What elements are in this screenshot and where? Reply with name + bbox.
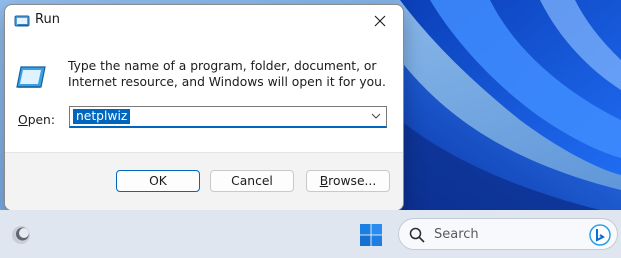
title-bar[interactable]: Run [5,5,403,37]
ok-button[interactable]: OK [116,170,200,192]
widgets-icon[interactable] [10,224,32,246]
dialog-description: Type the name of a program, folder, docu… [68,59,386,89]
open-input[interactable]: netplwiz [73,109,131,124]
close-button[interactable] [357,5,403,37]
open-label: Open: [18,113,55,127]
close-icon [374,15,386,27]
cancel-button[interactable]: Cancel [210,170,294,192]
run-dialog: Run Type the name of a program, folder, … [4,4,404,211]
dialog-footer: OK Cancel Browse... [5,152,403,210]
taskbar: Search [0,210,621,258]
dialog-body: Type the name of a program, folder, docu… [5,37,403,152]
windows-start-icon[interactable] [360,224,382,246]
browse-button[interactable]: Browse... [306,170,390,192]
run-program-icon [15,63,47,91]
taskbar-search-box[interactable]: Search [398,218,618,250]
chevron-down-icon[interactable] [371,112,381,120]
search-icon [409,227,425,243]
bing-icon[interactable] [589,224,611,246]
run-icon [14,13,32,29]
search-placeholder: Search [434,227,479,242]
dialog-title: Run [35,12,60,27]
open-combobox[interactable]: netplwiz [69,106,387,128]
